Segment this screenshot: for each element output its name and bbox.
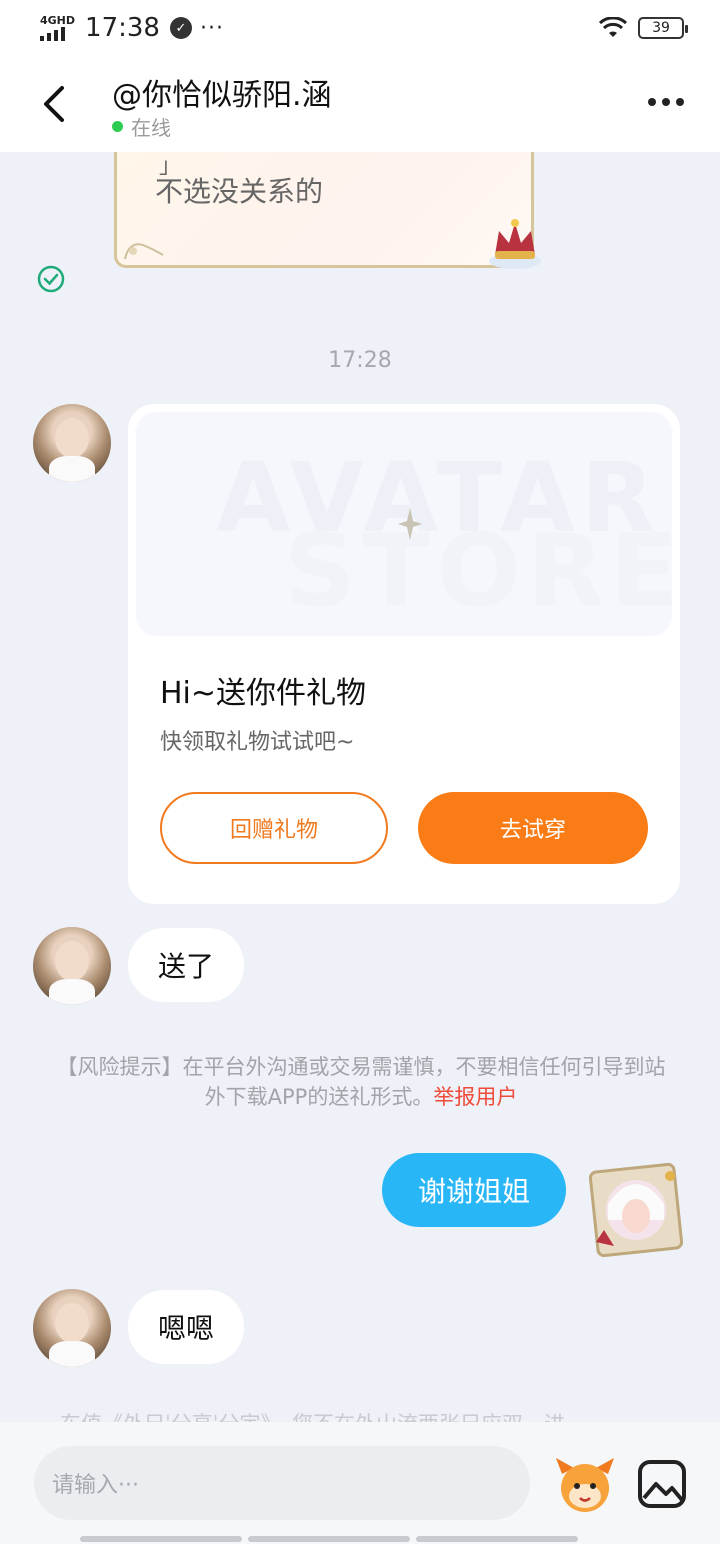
chat-header: @你恰似骄阳.涵 在线	[0, 56, 720, 152]
battery-level: 39	[652, 20, 670, 36]
message-input[interactable]: 请输入···	[34, 1446, 530, 1520]
risk-notice-text: 【风险提示】在平台外沟通或交易需谨慎，不要相信任何引导到站外下载APP的送礼形式…	[56, 1055, 666, 1109]
crown-icon	[489, 219, 541, 269]
battery-icon: 39	[638, 17, 688, 39]
corner-ornament-icon	[124, 243, 164, 260]
read-check-icon	[37, 265, 65, 293]
message-text: 谢谢姐姐	[417, 1175, 530, 1208]
image-icon[interactable]	[636, 1458, 688, 1510]
input-placeholder: 请输入···	[52, 1473, 139, 1498]
gift-title: Hi~送你件礼物	[160, 676, 367, 711]
status-time: 17:38	[85, 13, 160, 43]
my-avatar[interactable]	[586, 1160, 686, 1260]
gift-banner: AVATAR STORE	[136, 412, 672, 636]
home-indicator	[80, 1536, 578, 1542]
gift-card[interactable]: AVATAR STORE Hi~送你件礼物 快领取礼物试试吧~ 回赠礼物 去试穿	[128, 404, 680, 904]
message-text: 嗯嗯	[158, 1312, 215, 1345]
status-bar: 4GHD 17:38 ✓ ··· 39	[0, 0, 720, 56]
contact-avatar[interactable]	[33, 1289, 111, 1367]
more-icon[interactable]	[644, 92, 684, 112]
online-status-label: 在线	[131, 116, 171, 140]
risk-notice: 【风险提示】在平台外沟通或交易需谨慎，不要相信任何引导到站外下载APP的送礼形式…	[56, 1052, 666, 1112]
emoji-icon[interactable]	[552, 1452, 618, 1518]
input-bar: 请输入···	[0, 1422, 720, 1544]
incoming-message[interactable]: 嗯嗯	[128, 1290, 245, 1364]
contact-avatar[interactable]	[33, 404, 111, 482]
previous-card-text: 不选没关系的	[155, 175, 324, 208]
outgoing-message[interactable]: 谢谢姐姐	[382, 1153, 566, 1227]
report-user-link[interactable]: 举报用户	[433, 1085, 517, 1109]
signal-icon: 4GHD	[40, 15, 75, 41]
banner-text-store: STORE	[284, 512, 672, 629]
contact-name: @你恰似骄阳.涵	[112, 78, 332, 113]
status-more: ···	[199, 15, 224, 41]
contact-avatar[interactable]	[33, 927, 111, 1005]
notification-icon: ✓	[169, 17, 192, 39]
wifi-icon	[598, 17, 628, 37]
online-dot-icon	[112, 121, 123, 132]
back-icon[interactable]	[36, 82, 76, 126]
message-text: 送了	[158, 950, 215, 983]
incoming-message[interactable]: 送了	[128, 928, 245, 1002]
return-gift-button[interactable]: 回赠礼物	[160, 792, 388, 864]
gift-subtitle: 快领取礼物试试吧~	[160, 730, 355, 755]
previous-gift-message[interactable]: 」 不选没关系的	[114, 152, 541, 269]
try-on-button[interactable]: 去试穿	[418, 792, 648, 864]
online-status: 在线	[112, 112, 171, 141]
message-timestamp: 17:28	[328, 348, 392, 373]
sparkle-icon	[398, 508, 422, 540]
network-type: 4GHD	[40, 14, 76, 27]
